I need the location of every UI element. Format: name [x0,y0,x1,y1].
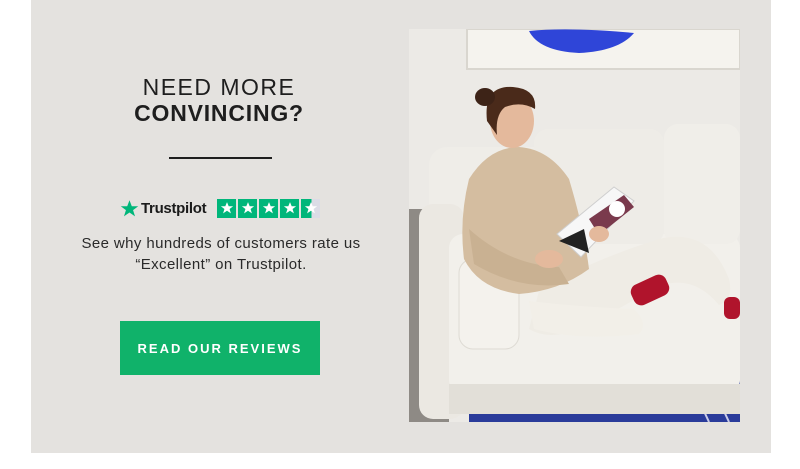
description-line-1: See why hundreds of customers rate us [81,235,361,252]
description-line-2: “Excellent” on Trustpilot. [135,256,307,273]
read-reviews-button[interactable]: READ OUR REVIEWS [120,321,320,375]
trustpilot-star-icon [120,199,139,216]
promo-heading: NEED MORE CONVINCING? [119,74,319,126]
trustpilot-brand: Trustpilot [141,199,207,217]
rating-star-icon [217,198,237,218]
lifestyle-photo [409,29,740,422]
trustpilot-logo[interactable]: Trustpilot [120,199,207,218]
rating-star-icon [238,198,258,218]
promo-description: See why hundreds of customers rate us “E… [71,233,371,275]
promo-card: NEED MORE CONVINCING? Trustpilot See why… [31,0,771,453]
heading-divider [169,157,272,159]
rating-star-icon [259,198,279,218]
heading-line-1: NEED MORE [142,74,296,100]
trustpilot-stars [217,198,322,218]
heading-line-2: CONVINCING? [134,100,304,126]
trustpilot-rating: Trustpilot [120,197,322,219]
rating-star-half-icon [301,198,321,218]
rating-star-icon [280,198,300,218]
